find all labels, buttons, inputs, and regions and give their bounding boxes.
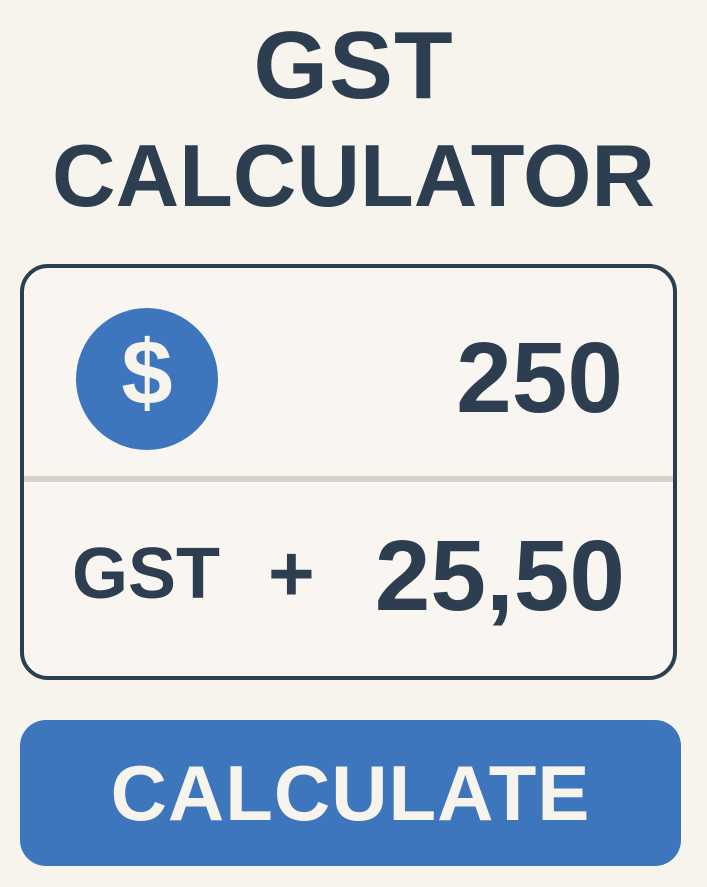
page-title-line1: GST xyxy=(253,12,454,119)
calculate-button-label: CALCULATE xyxy=(110,749,591,837)
calculate-button[interactable]: CALCULATE xyxy=(20,720,681,866)
plus-icon: + xyxy=(268,529,315,618)
gst-result-row: GST + 25,50 xyxy=(24,482,673,676)
dollar-icon: $ xyxy=(76,308,218,450)
amount-value[interactable]: 250 xyxy=(456,328,623,428)
gst-value: 25,50 xyxy=(374,520,625,632)
amount-input-row[interactable]: $ 250 xyxy=(24,268,673,478)
calculator-card: $ 250 GST + 25,50 xyxy=(20,264,677,680)
currency-symbol: $ xyxy=(121,322,172,424)
gst-label: GST xyxy=(72,534,221,614)
page-title-line2: CALCULATOR xyxy=(52,126,655,225)
